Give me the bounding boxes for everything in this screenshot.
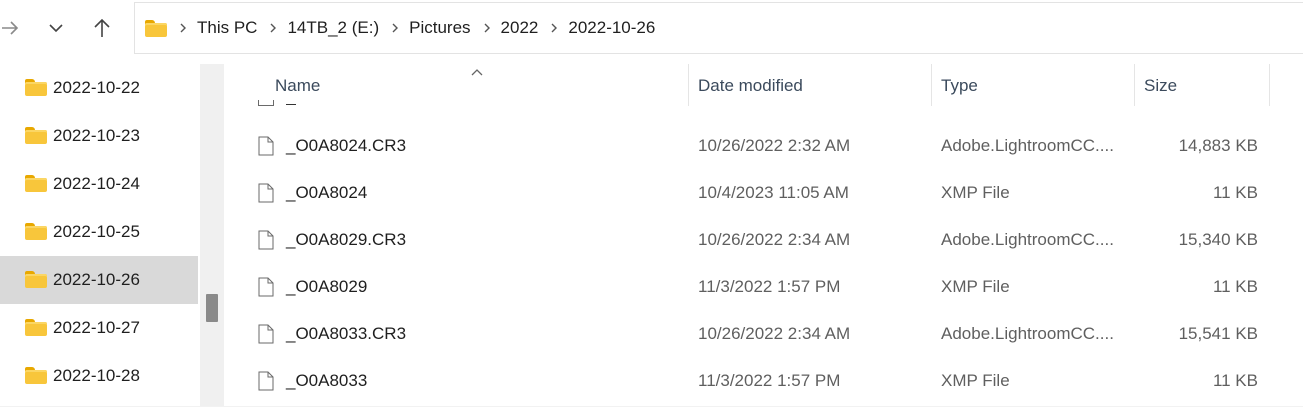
sidebar-item-folder[interactable]: 2022-10-28 — [0, 352, 198, 400]
sort-ascending-icon — [471, 64, 483, 82]
sidebar-item-folder[interactable]: 2022-10-26 — [0, 256, 198, 304]
file-name: _O0A8024.CR3 — [258, 122, 406, 169]
file-size: 11 KB — [1212, 370, 1258, 390]
file-row[interactable]: _O0A8029.CR3 10/26/2022 2:34 AM Adobe.Ligh… — [228, 216, 1303, 263]
file-row[interactable]: _O0A8033 11/3/2022 1:57 PM XMP File 11 KB — [228, 357, 1303, 404]
folder-icon — [25, 174, 47, 192]
forward-button[interactable] — [0, 10, 28, 46]
breadcrumb-item[interactable]: 2022 — [501, 14, 539, 42]
file-date-modified: 11/3/2022 1:57 PM — [698, 276, 841, 296]
up-button[interactable] — [84, 10, 120, 46]
sidebar-item-label: 2022-10-23 — [53, 126, 140, 145]
file-size: 15,340 KB — [1178, 229, 1258, 249]
file-icon — [258, 324, 274, 343]
chevron-down-icon — [49, 24, 63, 33]
scrollbar-thumb[interactable] — [206, 294, 218, 322]
sidebar-item-label: 2022-10-26 — [53, 270, 140, 289]
file-date-modified: 10/4/2023 11:05 AM — [698, 182, 849, 202]
folder-icon — [25, 318, 47, 336]
file-size: 15,541 KB — [1178, 323, 1258, 343]
file-icon — [258, 371, 274, 390]
folder-icon — [145, 19, 167, 37]
folder-icon — [25, 78, 47, 96]
arrow-up-icon — [94, 18, 110, 37]
sidebar-item-label: 2022-10-22 — [53, 78, 140, 97]
sidebar-item-folder[interactable]: 2022-10-23 — [0, 112, 198, 160]
folder-icon — [25, 126, 47, 144]
address-bar[interactable]: This PC 14TB_2 (E:) Pictures 2022 2022-10-26 — [134, 2, 1303, 54]
sidebar-item-label: 2022-10-27 — [53, 318, 140, 337]
sidebar-item-label: 2022-10-25 — [53, 222, 140, 241]
folder-icon — [25, 222, 47, 240]
file-name: _O0A8033.CR3 — [258, 310, 406, 357]
file-type: Adobe.LightroomCC.... — [941, 323, 1114, 343]
sidebar-item-folder[interactable]: 2022-10-22 — [0, 64, 198, 112]
partial-row — [228, 100, 1303, 108]
folder-icon — [25, 270, 47, 288]
file-date-modified: 10/26/2022 2:32 AM — [698, 135, 851, 155]
file-icon — [258, 230, 274, 249]
file-type: Adobe.LightroomCC.... — [941, 229, 1114, 249]
file-size: 11 KB — [1212, 276, 1258, 296]
navigation-pane: 2022-10-22 2022-10-23 2022-10-24 2022-10-25… — [0, 64, 198, 406]
sidebar-scrollbar[interactable] — [200, 64, 224, 406]
sidebar-item-folder[interactable]: 2022-10-27 — [0, 304, 198, 352]
sidebar-item-label: 2022-10-28 — [53, 366, 140, 385]
breadcrumb-item[interactable]: 2022-10-26 — [568, 14, 655, 42]
navigation-bar: This PC 14TB_2 (E:) Pictures 2022 2022-10-26 — [0, 0, 1303, 56]
file-icon — [258, 277, 274, 296]
sidebar-item-label: 2022-10-24 — [53, 174, 140, 193]
file-icon — [258, 183, 274, 202]
recent-locations-button[interactable] — [38, 10, 74, 46]
file-type: XMP File — [941, 370, 1010, 390]
breadcrumb-item[interactable]: 14TB_2 (E:) — [287, 14, 379, 42]
sidebar-item-folder[interactable]: 2022-10-25 — [0, 208, 198, 256]
breadcrumb: This PC 14TB_2 (E:) Pictures 2022 2022-10-26 — [167, 14, 655, 42]
file-row[interactable]: _O0A8024.CR3 10/26/2022 2:32 AM Adobe.Ligh… — [228, 122, 1303, 169]
file-date-modified: 10/26/2022 2:34 AM — [698, 229, 851, 249]
breadcrumb-item[interactable]: This PC — [197, 14, 257, 42]
file-name: _O0A8029.CR3 — [258, 216, 406, 263]
chevron-right-icon[interactable] — [379, 22, 409, 34]
file-list: Name Date modified Type Size _O0A8024.CR… — [228, 64, 1303, 406]
folder-icon — [25, 366, 47, 384]
file-type: XMP File — [941, 276, 1010, 296]
file-row[interactable]: _O0A8024 10/4/2023 11:05 AM XMP File 11 KB — [228, 169, 1303, 216]
status-bar — [0, 406, 1303, 420]
chevron-right-icon[interactable] — [257, 22, 287, 34]
chevron-right-icon[interactable] — [538, 22, 568, 34]
file-name: _O0A8029 — [258, 263, 367, 310]
chevron-right-icon[interactable] — [471, 22, 501, 34]
file-type: Adobe.LightroomCC.... — [941, 135, 1114, 155]
file-size: 14,883 KB — [1178, 135, 1258, 155]
file-row[interactable]: _O0A8033.CR3 10/26/2022 2:34 AM Adobe.Ligh… — [228, 310, 1303, 357]
file-type: XMP File — [941, 182, 1010, 202]
chevron-right-icon[interactable] — [167, 22, 197, 34]
file-date-modified: 10/26/2022 2:34 AM — [698, 323, 851, 343]
file-name: _O0A8033 — [258, 357, 367, 404]
file-name: _O0A8024 — [258, 169, 367, 216]
file-row[interactable]: _O0A8029 11/3/2022 1:57 PM XMP File 11 KB — [228, 263, 1303, 310]
file-date-modified: 11/3/2022 1:57 PM — [698, 370, 841, 390]
file-icon — [258, 136, 274, 155]
sidebar-item-folder[interactable]: 2022-10-24 — [0, 160, 198, 208]
arrow-right-icon — [2, 21, 19, 35]
file-size: 11 KB — [1212, 182, 1258, 202]
breadcrumb-item[interactable]: Pictures — [409, 14, 470, 42]
